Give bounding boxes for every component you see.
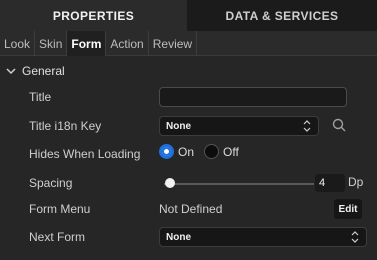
tab-form[interactable]: Form: [67, 31, 107, 56]
title-label: Title: [29, 90, 52, 104]
form-menu-value: Not Defined: [159, 202, 223, 216]
updown-caret-icon: [303, 120, 311, 132]
radio-on[interactable]: [159, 144, 174, 159]
radio-off-label: Off: [223, 144, 239, 159]
radio-on-label: On: [178, 144, 195, 159]
spacing-slider-track[interactable]: [164, 183, 314, 185]
tab-review[interactable]: Review: [149, 31, 198, 56]
next-form-label: Next Form: [29, 230, 86, 244]
search-icon[interactable]: [331, 117, 347, 133]
updown-caret-icon: [351, 231, 359, 243]
tab-data-services[interactable]: DATA & SERVICES: [187, 0, 377, 31]
chevron-down-icon: [6, 68, 16, 75]
spacing-unit: Dp: [348, 175, 364, 189]
title-input[interactable]: [159, 87, 347, 107]
radio-off[interactable]: [204, 144, 220, 159]
form-menu-label: Form Menu: [29, 202, 91, 216]
title-i18n-value: None: [166, 120, 191, 132]
section-title: General: [22, 64, 65, 78]
spacing-label: Spacing: [29, 176, 73, 190]
spacing-slider-thumb[interactable]: [165, 178, 175, 188]
tab-look[interactable]: Look: [0, 31, 36, 56]
next-form-select[interactable]: None: [159, 227, 367, 247]
tab-skin[interactable]: Skin: [35, 31, 68, 56]
next-form-value: None: [166, 231, 191, 243]
spacing-value-input[interactable]: [315, 174, 345, 192]
hides-when-loading-label: Hides When Loading: [29, 147, 141, 161]
title-i18n-select[interactable]: None: [159, 116, 319, 136]
form-menu-edit-button[interactable]: Edit: [334, 199, 362, 219]
section-general-header[interactable]: General: [0, 61, 65, 81]
hides-when-loading-radio-group: On Off: [159, 144, 249, 159]
tab-properties[interactable]: PROPERTIES: [0, 0, 187, 31]
top-tab-bar: PROPERTIES DATA & SERVICES: [0, 0, 377, 31]
title-i18n-label: Title i18n Key: [29, 119, 102, 133]
sub-tab-bar: Look Skin Form Action Review: [0, 31, 377, 56]
tab-action[interactable]: Action: [106, 31, 149, 56]
